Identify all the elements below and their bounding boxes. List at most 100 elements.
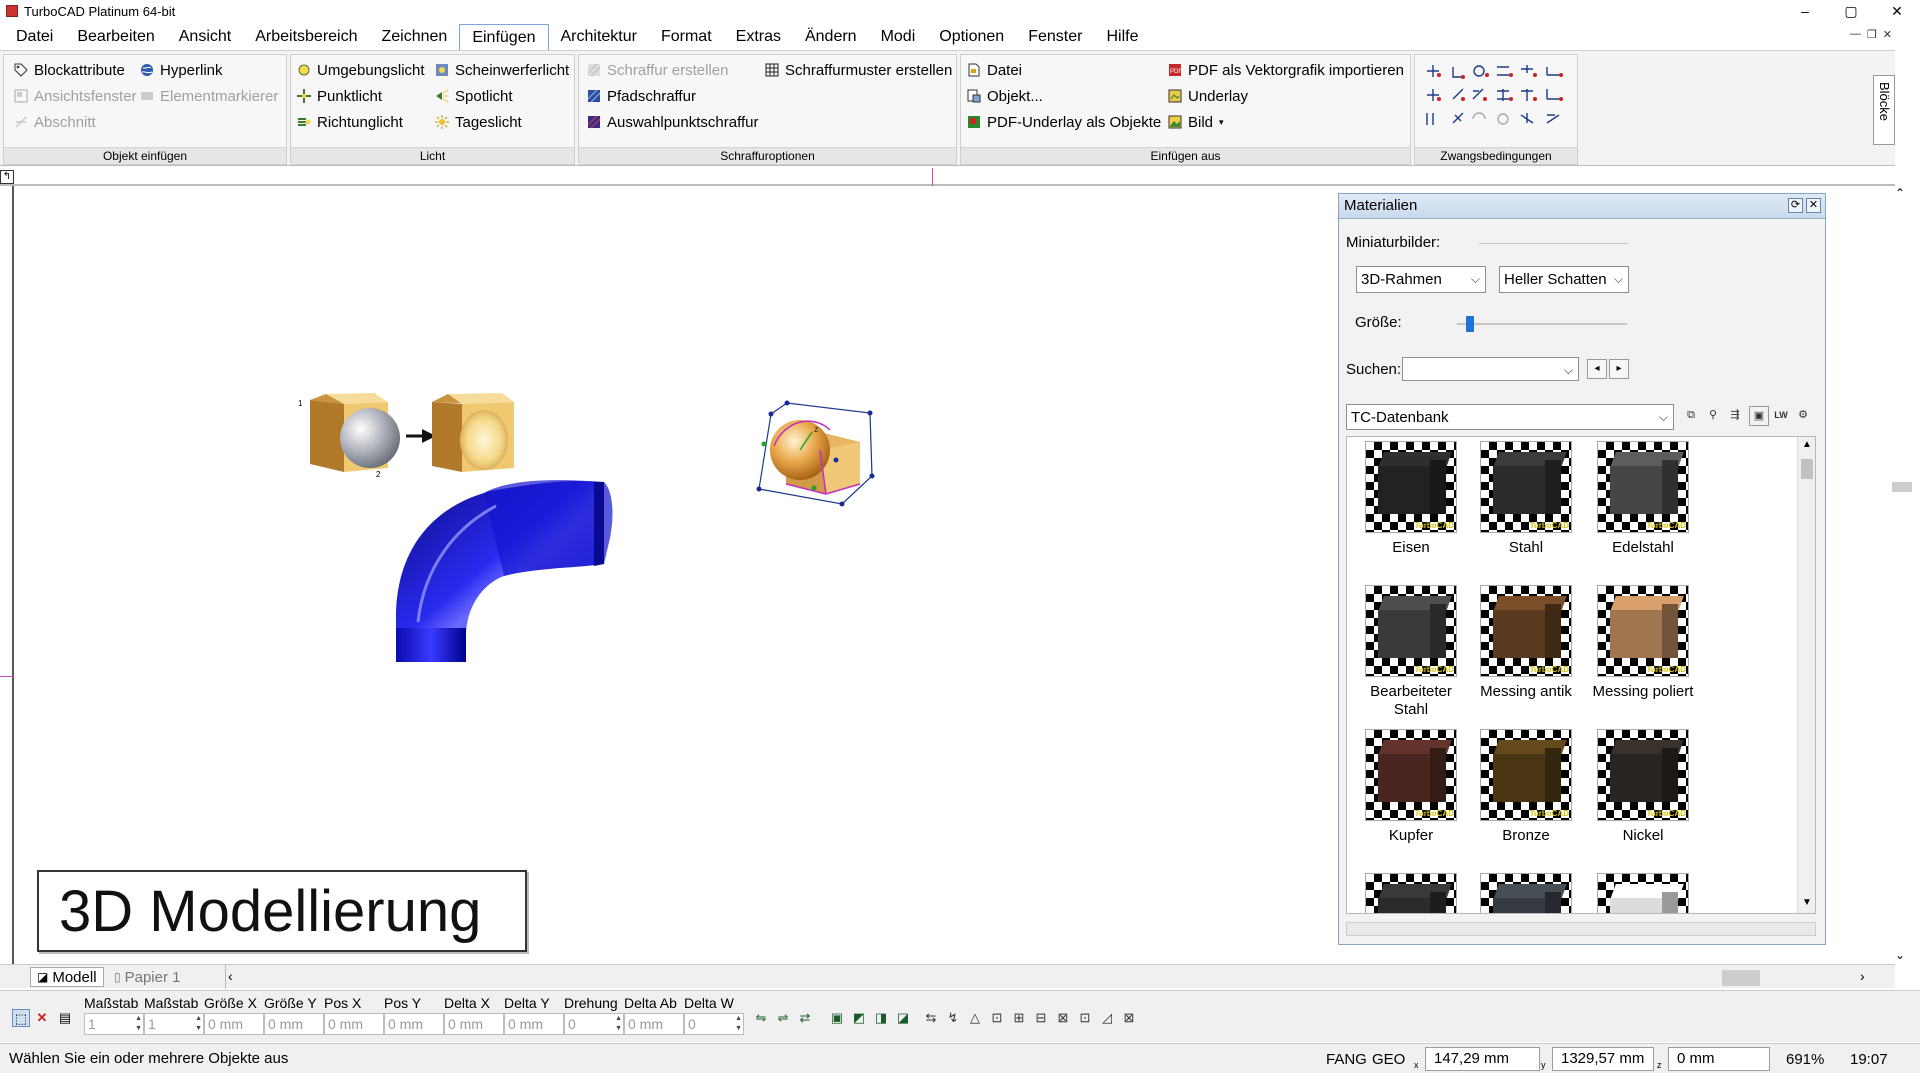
material-tile[interactable]: TurboCAD Kupfer [1355,729,1467,845]
material-tile[interactable]: TurboCAD [1470,873,1582,913]
material-tile[interactable]: TurboCAD [1355,873,1467,913]
datei-insert-button[interactable]: Datei [967,59,1022,81]
field-input[interactable]: 0 mm [384,1013,444,1035]
search-input[interactable]: ⌵ [1402,357,1579,381]
bild-button[interactable]: Bild ▾ [1168,111,1224,133]
menu-format[interactable]: Format [649,24,724,50]
scroll-thumb[interactable] [1892,482,1912,492]
material-tile[interactable]: TurboCAD Eisen [1355,441,1467,557]
pin-icon[interactable]: ⟳ [1788,198,1803,213]
doc-restore-button[interactable]: ❐ [1867,28,1877,41]
elementmarkierer-button[interactable]: Elementmarkierer [140,85,278,107]
material-tile[interactable]: TurboCAD [1587,873,1699,913]
snap-grid-icon[interactable]: ▣ [828,1009,846,1027]
scroll-up-icon[interactable]: ⌃ [1895,186,1905,200]
cancel-icon[interactable]: ✕ [33,1009,51,1027]
spinner-icon[interactable]: ▲ ▼ [135,1014,142,1034]
corner-icon[interactable]: ◿ [1098,1009,1116,1027]
constraint-tools-icon[interactable] [1423,61,1573,131]
menu-bearbeiten[interactable]: Bearbeiten [65,24,166,50]
next-button[interactable]: ▸ [1609,359,1629,379]
snap-middle-icon[interactable]: ◨ [872,1009,890,1027]
spinner-icon[interactable]: ▲ ▼ [615,1014,622,1034]
material-tile[interactable]: TurboCAD Bronze [1470,729,1582,845]
snap-vertex-icon[interactable]: ◩ [850,1009,868,1027]
view-mode-icon[interactable]: ▣ [1749,406,1769,426]
menu-arbeitsbereich[interactable]: Arbeitsbereich [243,24,369,50]
field-input[interactable]: 1 ▲ ▼ [144,1013,204,1035]
snap-indicator[interactable]: FANG [1326,1051,1367,1068]
geo-indicator[interactable]: GEO [1372,1051,1405,1068]
scroll-left-icon[interactable]: ‹ [228,968,233,984]
objekt-button[interactable]: Objekt... [967,85,1043,107]
field-input[interactable]: 0 mm [264,1013,324,1035]
close-panel-button[interactable]: ✕ [1806,198,1821,213]
menu-aendern[interactable]: Ändern [793,24,869,50]
menu-modi[interactable]: Modi [869,24,928,50]
tree-icon[interactable]: ⇶ [1725,406,1745,426]
size-slider-track[interactable] [1457,323,1627,325]
grid-cross-icon[interactable]: ⊠ [1054,1009,1072,1027]
frame2-icon[interactable]: ⊡ [1076,1009,1094,1027]
minimize-button[interactable]: – [1782,0,1828,22]
shadow-select[interactable]: Heller Schatten ⌵ [1499,266,1629,293]
line-weight-icon[interactable]: LW [1771,406,1791,426]
previous-button[interactable]: ◂ [1587,359,1607,379]
tab-modell[interactable]: ◪ Modell [30,967,104,987]
frame-select[interactable]: 3D-Rahmen ⌵ [1356,266,1486,293]
material-tile[interactable]: TurboCAD Messing antik [1470,585,1582,701]
grid-minus-icon[interactable]: ⊟ [1032,1009,1050,1027]
field-input[interactable]: 0 mm [624,1013,684,1035]
selected-3d-object[interactable]: z [756,400,875,507]
material-tile[interactable]: TurboCAD Stahl [1470,441,1582,557]
menu-optionen[interactable]: Optionen [927,24,1016,50]
size-slider-thumb[interactable] [1465,316,1474,332]
schraffurmuster-erstellen-button[interactable]: Schraffurmuster erstellen [765,59,952,81]
boolean-before-illustration[interactable]: 1 2 [298,393,400,479]
maximize-button[interactable]: ▢ [1828,0,1874,22]
pdf-underlay-objekte-button[interactable]: PDF-Underlay als Objekte [967,111,1161,133]
mirror-icon[interactable]: ⇋ [752,1009,770,1027]
ucs-corner-icon[interactable]: ↰ [0,170,14,184]
database-select[interactable]: TC-Datenbank ⌵ [1346,404,1674,430]
tageslicht-button[interactable]: Tageslicht [435,111,522,133]
abschnitt-button[interactable]: Abschnitt [14,111,96,133]
copy-icon[interactable]: ⇌ [774,1009,792,1027]
auswahlpunktschraffur-button[interactable]: Auswahlpunktschraffur [587,111,758,133]
triangle-icon[interactable]: △ [966,1009,984,1027]
field-input[interactable]: 0 mm [504,1013,564,1035]
bloecke-side-tab[interactable]: Blöcke [1873,75,1895,145]
doc-minimize-button[interactable]: — [1850,28,1861,41]
menu-extras[interactable]: Extras [724,24,793,50]
pfadschraffur-button[interactable]: Pfadschraffur [587,85,696,107]
menu-fenster[interactable]: Fenster [1016,24,1094,50]
menu-ansicht[interactable]: Ansicht [167,24,243,50]
field-input[interactable]: 0 mm [324,1013,384,1035]
field-input[interactable]: 1 ▲ ▼ [84,1013,144,1035]
grid-scrollbar[interactable]: ▲ ▼ [1797,437,1815,913]
scroll-up-icon[interactable]: ▲ [1798,439,1815,455]
close-button[interactable]: ✕ [1874,0,1920,22]
umgebungslicht-button[interactable]: Umgebungslicht [297,59,425,81]
scroll-thumb[interactable] [1801,459,1813,479]
boolean-after-illustration[interactable] [432,393,514,472]
box-icon[interactable]: ⊠ [1120,1009,1138,1027]
menu-zeichnen[interactable]: Zeichnen [370,24,460,50]
material-tile[interactable]: TurboCAD Messing poliert [1587,585,1699,701]
snap-center-icon[interactable]: ◪ [894,1009,912,1027]
ansichtsfenster-button[interactable]: Ansichtsfenster [14,85,137,107]
scroll-down-icon[interactable]: ▼ [1798,897,1815,913]
spotlicht-button[interactable]: Spotlicht [435,85,513,107]
flip-icon[interactable]: ⇄ [796,1009,814,1027]
field-input[interactable]: 0 ▲ ▼ [684,1013,744,1035]
menu-datei[interactable]: Datei [4,24,65,50]
menu-architektur[interactable]: Architektur [549,24,649,50]
pdf-vektorgrafik-button[interactable]: PDF PDF als Vektorgrafik importieren [1168,59,1404,81]
vertical-scrollbar[interactable]: ⌃ ⌄ [1880,186,1920,966]
spinner-icon[interactable]: ▲ ▼ [735,1014,742,1034]
scheinwerferlicht-button[interactable]: Scheinwerferlicht [435,59,569,81]
material-tile[interactable]: TurboCAD Bearbeiteter Stahl [1355,585,1467,719]
grid-icon[interactable]: ⊞ [1010,1009,1028,1027]
frame-icon[interactable]: ⊡ [988,1009,1006,1027]
doc-close-button[interactable]: ✕ [1883,28,1892,41]
